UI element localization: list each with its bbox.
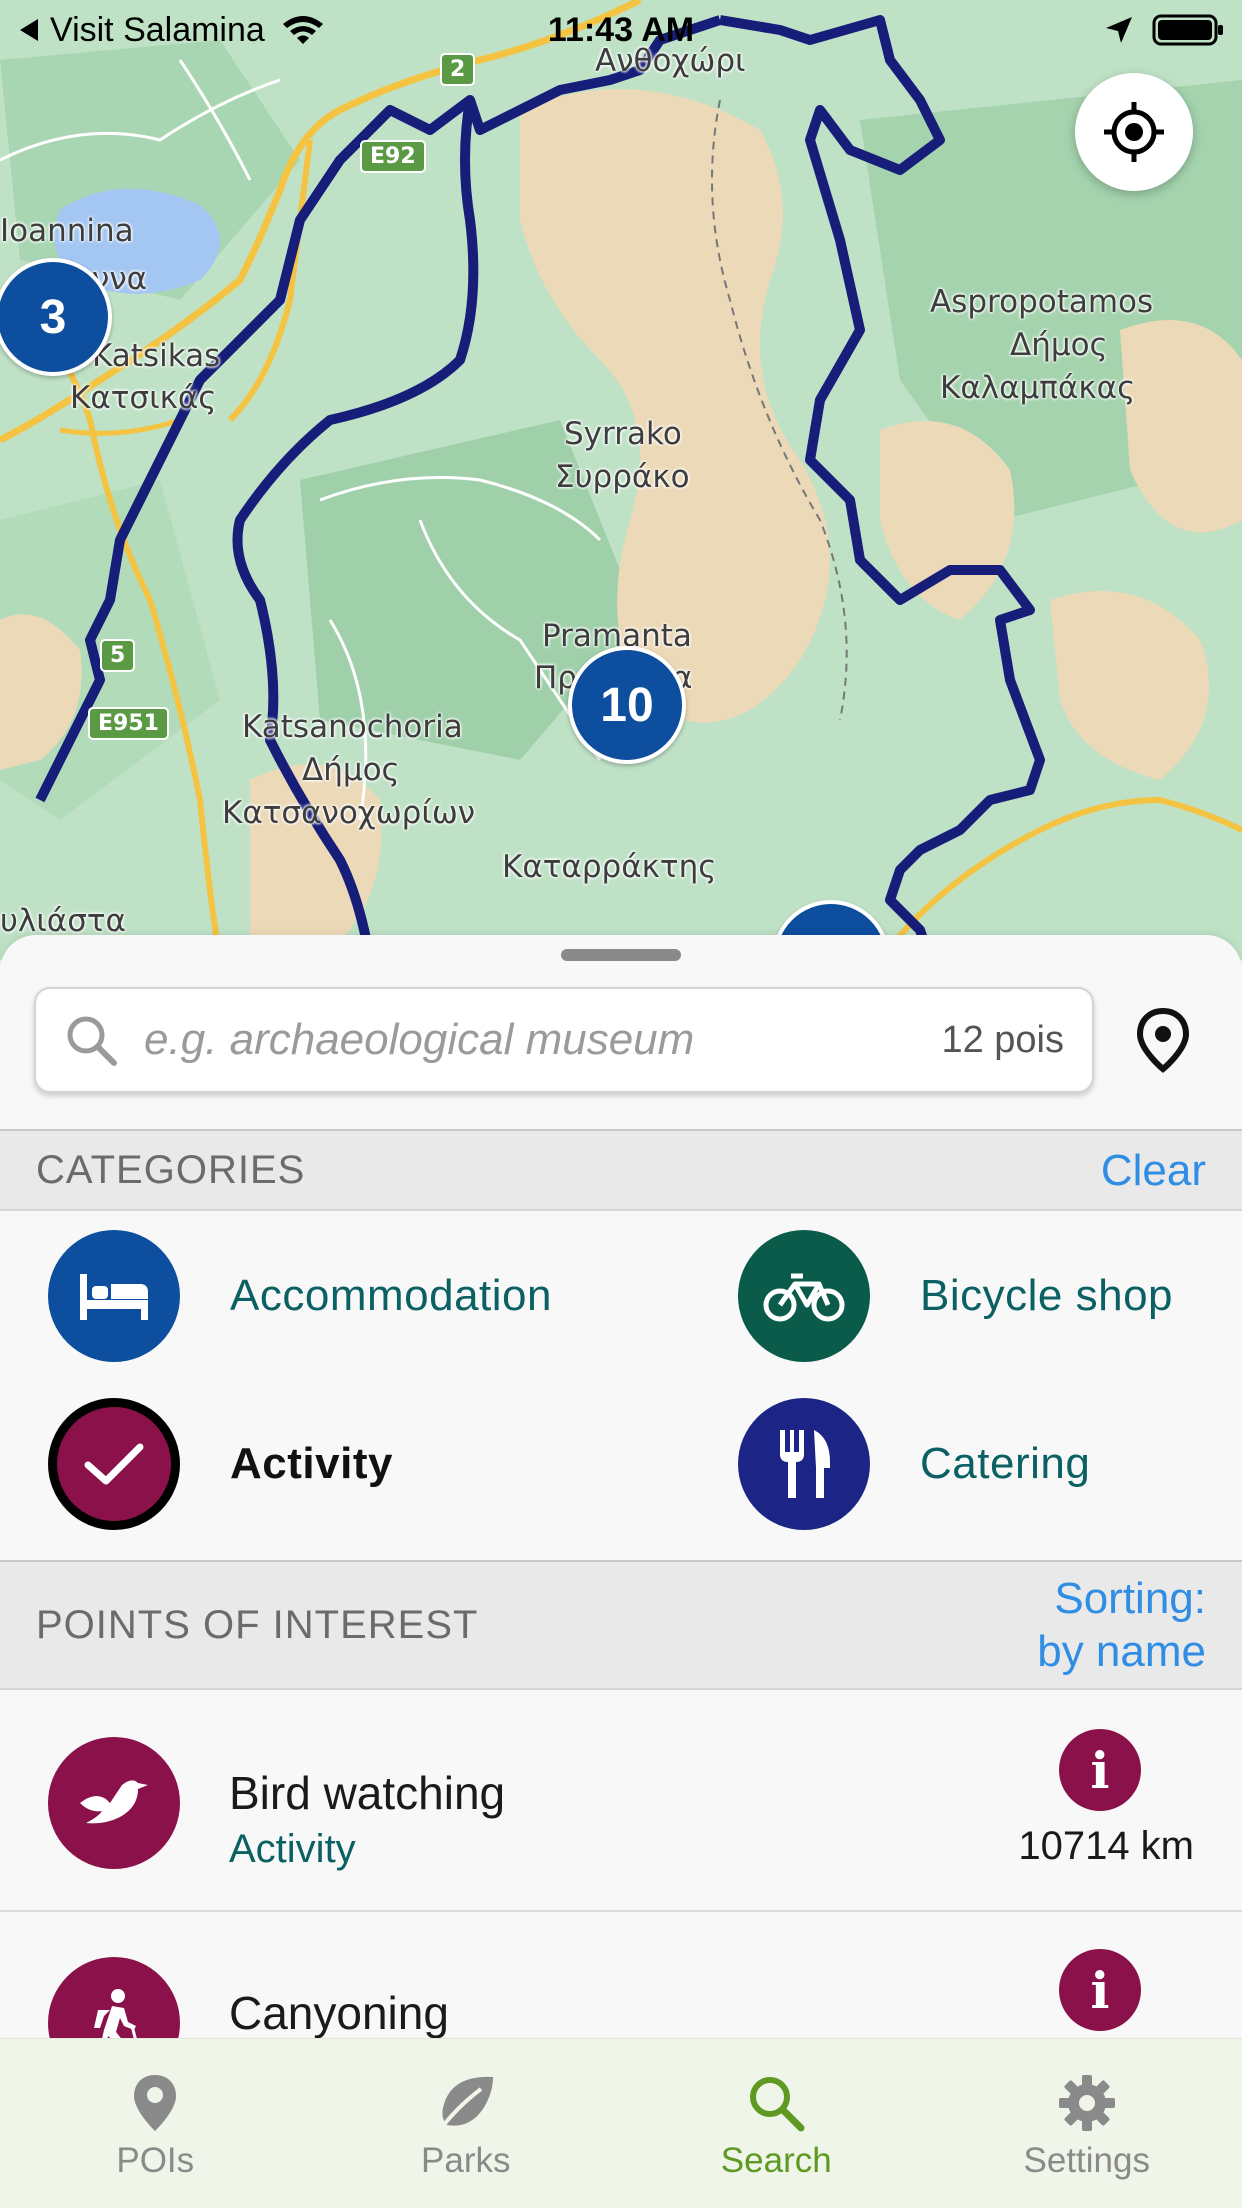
category-label: Accommodation — [230, 1271, 552, 1320]
search-input[interactable] — [144, 1015, 942, 1065]
status-bar: 11:43 AM Visit Salamina — [0, 0, 1242, 60]
map-pin-outline-icon — [1136, 1007, 1190, 1073]
map-label-syrrako: Syrrako — [564, 416, 682, 452]
category-catering[interactable]: Catering — [738, 1398, 1090, 1530]
checkmark-icon — [84, 1443, 144, 1485]
bird-icon — [80, 1780, 148, 1824]
gear-icon — [1058, 2075, 1115, 2131]
info-button[interactable]: i — [1059, 1729, 1141, 1811]
map-label-katsikas: Katsikas — [92, 338, 221, 374]
category-label: Activity — [230, 1439, 393, 1488]
search-icon — [750, 2077, 805, 2132]
map-label-aspropotamos-gr: Καλαμπάκας — [940, 370, 1136, 406]
location-arrow-icon — [1106, 17, 1132, 43]
map-label-katsanochoria: Katsanochoria — [242, 709, 463, 745]
category-bicycle-shop[interactable]: Bicycle shop — [738, 1230, 1173, 1362]
category-activity[interactable]: Activity — [48, 1398, 393, 1530]
search-icon — [67, 1016, 117, 1066]
bicycle-icon — [763, 1273, 845, 1322]
tab-search[interactable]: Search — [621, 2039, 932, 2208]
map-label-ioannina: Ioannina — [0, 213, 134, 249]
tab-parks[interactable]: Parks — [311, 2039, 622, 2208]
poi-list-item[interactable]: Bird watching Activity i 10714 km — [0, 1694, 1242, 1912]
info-button[interactable]: i — [1059, 1949, 1141, 2031]
poi-icon-circle — [48, 1957, 180, 2038]
category-accommodation[interactable]: Accommodation — [48, 1230, 552, 1362]
poi-name: Canyoning — [229, 1987, 449, 2038]
poi-name: Bird watching — [229, 1767, 506, 1819]
back-to-app-link[interactable]: Visit Salamina — [18, 11, 325, 50]
poi-list-item[interactable]: Canyoning i — [0, 1914, 1242, 2038]
wifi-icon — [282, 16, 323, 44]
map-label-katarraktis: Καταρράκτης — [502, 849, 717, 885]
road-shield-5: 5 — [100, 639, 136, 672]
back-app-label: Visit Salamina — [50, 10, 265, 49]
back-triangle-icon — [20, 19, 38, 41]
map-label-aspropotamos-dimos: Δήμος — [1010, 327, 1108, 363]
tab-label: POIs — [116, 2141, 195, 2180]
fork-knife-icon — [780, 1430, 830, 1498]
category-label: Bicycle shop — [920, 1271, 1174, 1320]
category-icon-circle — [738, 1230, 870, 1362]
poi-category: Activity — [229, 1827, 356, 1871]
tab-label: Settings — [1023, 2141, 1150, 2180]
leaf-icon — [437, 2076, 493, 2133]
map-label-katsikas-gr: Κατσικάς — [70, 380, 217, 416]
tab-settings[interactable]: Settings — [932, 2039, 1242, 2208]
sheet-grabber-handle[interactable] — [561, 949, 681, 961]
pin-icon — [134, 2075, 177, 2131]
location-filter-button[interactable] — [1130, 1007, 1196, 1073]
sorting-label: Sorting: — [1054, 1574, 1206, 1623]
tab-bar: POIs Parks Search Settings — [0, 2038, 1242, 2208]
battery-icon — [1152, 14, 1223, 46]
search-result-count: 12 pois — [941, 1018, 1064, 1061]
category-icon-circle — [48, 1230, 180, 1362]
map-label-katsanochoria-gr: Κατσανοχωρίων — [222, 795, 476, 831]
search-bar[interactable]: 12 pois — [34, 987, 1094, 1093]
map-view[interactable]: Ανθοχώρι Ioannina ννα Katsikas Κατσικάς … — [0, 0, 1242, 960]
tab-label: Parks — [421, 2141, 511, 2180]
clear-categories-button[interactable]: Clear — [1101, 1144, 1206, 1197]
category-icon-circle — [738, 1398, 870, 1530]
map-label-syrrako-gr: Συρράκο — [555, 459, 690, 495]
bed-icon — [80, 1274, 148, 1320]
my-location-button[interactable] — [1075, 73, 1193, 191]
road-shield-e951: E951 — [88, 707, 169, 740]
points-of-interest-title: POINTS OF INTEREST — [36, 1602, 479, 1647]
tab-pois[interactable]: POIs — [0, 2039, 311, 2208]
tab-label: Search — [720, 2141, 832, 2180]
hiker-icon — [94, 1989, 137, 2038]
map-label-aspropotamos: Aspropotamos — [930, 284, 1154, 320]
points-of-interest-header: POINTS OF INTEREST Sorting: by name — [0, 1560, 1242, 1690]
categories-title: CATEGORIES — [36, 1147, 306, 1192]
road-shield-e92: E92 — [360, 140, 426, 173]
crosshair-icon — [1104, 102, 1164, 162]
sorting-value: by name — [1037, 1627, 1206, 1676]
map-label-katsanochoria-dimos: Δήμος — [302, 752, 400, 788]
poi-icon-circle — [48, 1737, 180, 1869]
category-label: Catering — [920, 1439, 1091, 1488]
bottom-sheet: 12 pois CATEGORIES Clear Accommodation — [0, 935, 1242, 2038]
category-icon-circle — [48, 1398, 180, 1530]
map-cluster-marker[interactable]: 10 — [568, 646, 686, 764]
poi-distance: 10714 km — [1018, 1824, 1194, 1868]
categories-header: CATEGORIES Clear — [0, 1129, 1242, 1211]
sorting-button[interactable]: Sorting: by name — [1037, 1572, 1206, 1678]
